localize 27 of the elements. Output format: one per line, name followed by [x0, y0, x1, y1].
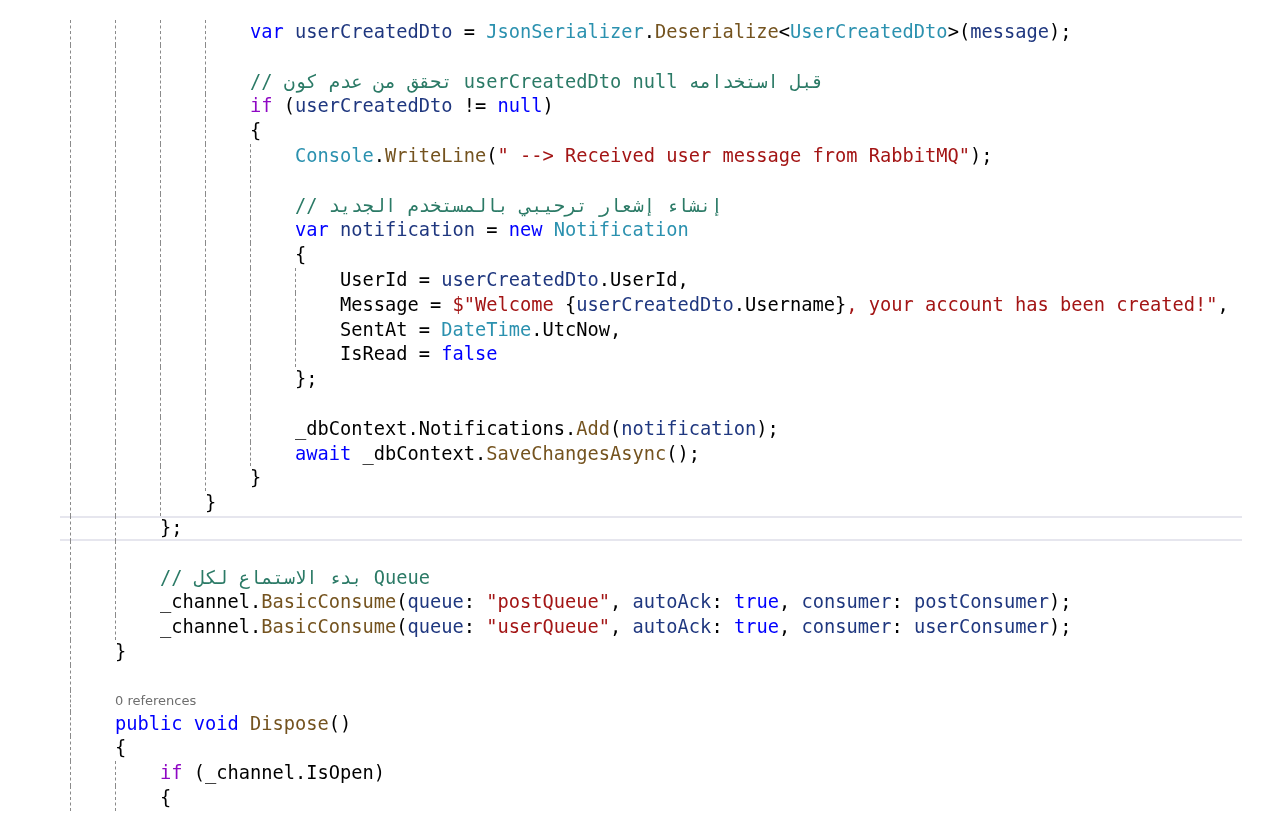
code-line: }: [205, 491, 217, 516]
code-line: public void Dispose(): [115, 711, 352, 736]
code-line: // إنشاء إشعار ترحيبي بالمستخدم الجديد: [295, 193, 723, 219]
code-line: {: [160, 785, 172, 810]
code-line: _channel.BasicConsume(queue: "userQueue", autoAck: true, consumer: userConsumer);: [160, 615, 1072, 640]
code-line: {: [250, 119, 262, 144]
code-line: Message = $"Welcome {userCreatedDto.Username}, your account has been created!",: [340, 292, 1229, 317]
code-line: SentAt = DateTime.UtcNow,: [340, 317, 622, 342]
code-line: {: [115, 736, 127, 761]
code-line: _dbContext.Notifications.Add(notification);: [295, 416, 779, 442]
code-line: if (_channel.IsOpen): [160, 761, 386, 786]
code-line: };: [160, 515, 183, 540]
code-line: // بدء الاستماع لكل Queue: [160, 565, 431, 591]
references-codelens[interactable]: 0 references: [115, 689, 197, 712]
code-line: await _dbContext.SaveChangesAsync();: [295, 441, 701, 467]
code-line: var userCreatedDto = JsonSerializer.Deserialize<UserCreatedDto>(message);: [250, 20, 1072, 44]
code-line: if (userCreatedDto != null): [250, 94, 554, 119]
code-line: Console.WriteLine(" --> Received user message from RabbitMQ");: [295, 144, 993, 168]
code-line: UserId = userCreatedDto.UserId,: [340, 267, 689, 292]
code-line: };: [295, 367, 318, 392]
code-line: }: [115, 639, 127, 664]
code-line: var notification = new Notification: [295, 218, 689, 243]
code-line: {: [295, 243, 307, 268]
code-line: }: [250, 466, 262, 491]
code-line: // تحقق من عدم كون userCreatedDto null قبل استخدامه: [250, 69, 824, 95]
code-line: _channel.BasicConsume(queue: "postQueue", autoAck: true, consumer: postConsumer);: [160, 590, 1072, 615]
code-line: IsRead = false: [340, 342, 498, 367]
